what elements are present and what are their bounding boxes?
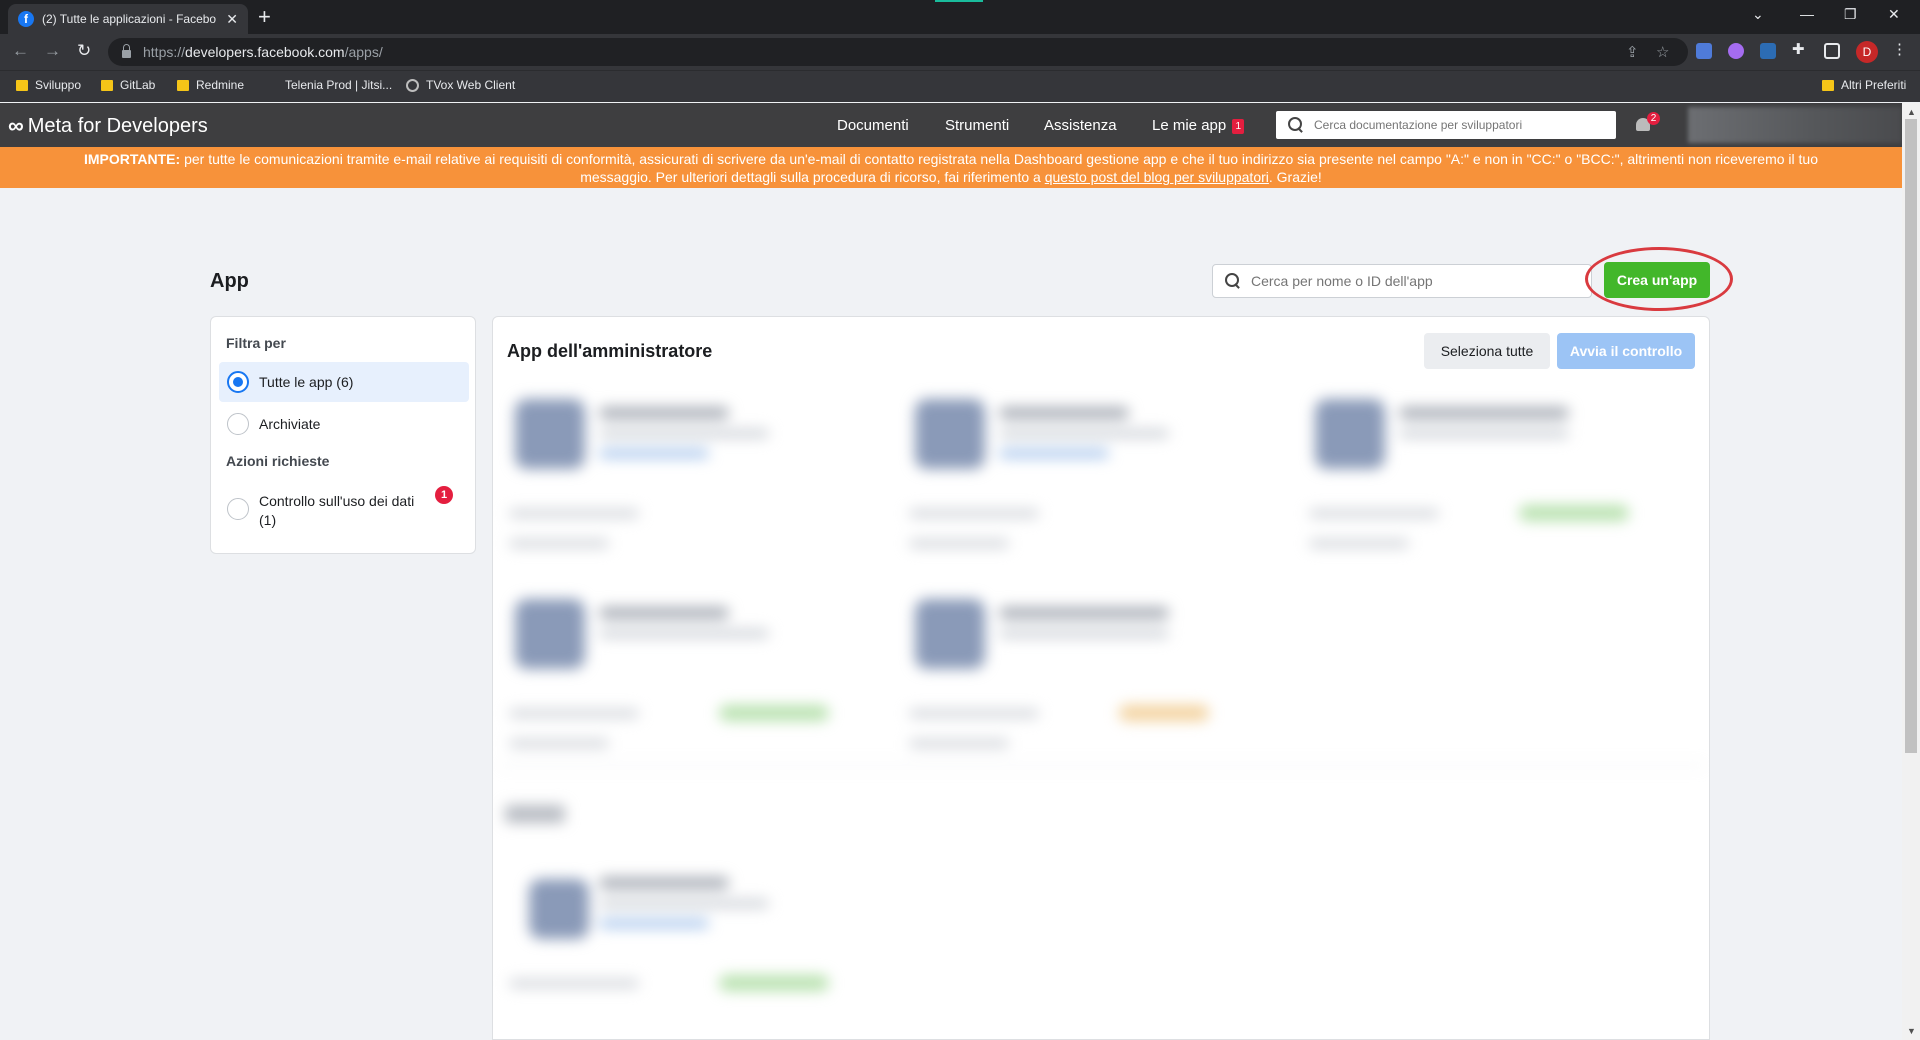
- back-icon[interactable]: ←: [12, 42, 29, 60]
- start-check-button[interactable]: Avvia il controllo: [1557, 333, 1695, 369]
- docs-search-input[interactable]: [1314, 118, 1604, 132]
- bookmark-other[interactable]: Altri Preferiti: [1822, 78, 1906, 92]
- meta-infinity-icon: ∞: [8, 113, 24, 138]
- forward-icon[interactable]: →: [44, 42, 61, 60]
- my-apps-badge: 1: [1232, 118, 1245, 134]
- filter-data-use-check[interactable]: Controllo sull'uso dei dati (1) 1: [219, 482, 469, 528]
- facebook-favicon-icon: f: [18, 11, 34, 27]
- meta-header: ∞ Meta for Developers Documenti Strument…: [0, 103, 1902, 147]
- bookmark-star-icon[interactable]: ☆: [1656, 43, 1669, 61]
- scroll-down-icon[interactable]: ▼: [1907, 1026, 1916, 1036]
- admin-apps-title: App dell'amministratore: [507, 341, 713, 361]
- page-scrollbar[interactable]: ▲ ▼: [1902, 103, 1920, 1040]
- tab-title: (2) Tutte le applicazioni - Facebo: [42, 12, 217, 26]
- minimize-icon[interactable]: —: [1800, 6, 1814, 22]
- nav-tools[interactable]: Strumenti: [945, 117, 1009, 134]
- filter-heading: Filtra per: [226, 335, 286, 351]
- address-bar[interactable]: https://developers.facebook.com/apps/ ⇪ …: [108, 38, 1688, 66]
- folder-icon: [1822, 79, 1834, 91]
- notifications-bell-icon[interactable]: 2: [1634, 112, 1660, 137]
- browser-tab[interactable]: f (2) Tutte le applicazioni - Facebo ✕: [8, 4, 248, 34]
- scroll-thumb[interactable]: [1905, 119, 1917, 753]
- docs-search-box[interactable]: [1276, 111, 1616, 139]
- bookmark-redmine[interactable]: Redmine: [177, 78, 244, 92]
- extension-icon[interactable]: [1760, 43, 1776, 59]
- admin-apps-panel: App dell'amministratore Seleziona tutte …: [492, 316, 1710, 1040]
- compliance-banner: IMPORTANTE: per tutte le comunicazioni t…: [0, 147, 1902, 188]
- reload-icon[interactable]: ↻: [77, 42, 91, 60]
- select-all-button[interactable]: Seleziona tutte: [1424, 333, 1550, 369]
- extension-icon[interactable]: [1696, 43, 1712, 59]
- nav-docs[interactable]: Documenti: [837, 117, 909, 134]
- filter-all-apps[interactable]: Tutte le app (6): [219, 362, 469, 402]
- folder-icon: [101, 79, 113, 91]
- scroll-up-icon[interactable]: ▲: [1907, 107, 1916, 117]
- logo-text: Meta for Developers: [27, 114, 208, 137]
- profile-avatar[interactable]: D: [1856, 41, 1878, 63]
- account-menu[interactable]: [1688, 107, 1902, 143]
- app-card[interactable]: [899, 379, 1259, 554]
- app-card[interactable]: [499, 379, 859, 554]
- bookmark-jitsi[interactable]: Telenia Prod | Jitsi...: [285, 78, 392, 92]
- filter-panel: Filtra per Tutte le app (6) Archiviate A…: [210, 316, 476, 554]
- window-close-icon[interactable]: ✕: [1888, 6, 1900, 23]
- new-tab-icon[interactable]: +: [258, 6, 271, 28]
- create-app-button[interactable]: Crea un'app: [1604, 262, 1710, 298]
- nav-support[interactable]: Assistenza: [1044, 117, 1117, 134]
- filter-archived[interactable]: Archiviate: [219, 404, 469, 444]
- radio-icon[interactable]: [227, 413, 249, 435]
- globe-icon: [406, 78, 419, 92]
- restore-icon[interactable]: ❐: [1844, 6, 1857, 23]
- app-card[interactable]: [899, 579, 1259, 754]
- tab-search-icon[interactable]: ⌄: [1752, 6, 1764, 23]
- url-text: https://developers.facebook.com/apps/: [143, 44, 383, 60]
- radio-icon[interactable]: [227, 498, 249, 520]
- search-icon: [1225, 273, 1241, 289]
- meta-logo[interactable]: ∞ Meta for Developers: [8, 113, 208, 139]
- blurred-app-grid: [499, 379, 1705, 1039]
- browser-tab-strip: f (2) Tutte le applicazioni - Facebo ✕ +…: [0, 0, 1920, 34]
- blog-post-link[interactable]: questo post del blog per sviluppatori: [1045, 169, 1269, 185]
- extensions-puzzle-icon[interactable]: ✚: [1792, 40, 1808, 58]
- folder-icon: [16, 79, 28, 91]
- bookmark-tvox[interactable]: TVox Web Client: [406, 78, 515, 92]
- side-panel-icon[interactable]: [1824, 43, 1840, 59]
- share-icon[interactable]: ⇪: [1626, 43, 1639, 61]
- app-search-input[interactable]: [1251, 273, 1581, 289]
- tab-close-icon[interactable]: ✕: [226, 11, 238, 28]
- actions-heading: Azioni richieste: [226, 453, 330, 469]
- folder-icon: [177, 79, 189, 91]
- bookmark-gitlab[interactable]: GitLab: [101, 78, 155, 92]
- bookmarks-bar: Sviluppo GitLab Redmine Telenia Prod | J…: [0, 70, 1920, 102]
- data-use-badge: 1: [435, 486, 453, 504]
- app-card[interactable]: [1299, 379, 1659, 554]
- app-card[interactable]: [499, 849, 859, 1024]
- app-card[interactable]: [499, 579, 859, 754]
- page-title: App: [210, 270, 249, 292]
- tab-strip-accent: [935, 0, 983, 2]
- notification-count: 2: [1647, 112, 1660, 125]
- app-search-box[interactable]: [1212, 264, 1592, 298]
- nav-my-apps[interactable]: Le mie app 1: [1152, 117, 1245, 134]
- radio-selected-icon[interactable]: [227, 371, 249, 393]
- extension-icon[interactable]: [1728, 43, 1744, 59]
- search-icon: [1288, 117, 1304, 133]
- lock-icon: [122, 44, 131, 58]
- bookmark-sviluppo[interactable]: Sviluppo: [16, 78, 81, 92]
- browser-toolbar: ← → ↻ https://developers.facebook.com/ap…: [0, 34, 1920, 70]
- menu-kebab-icon[interactable]: ⋮: [1892, 40, 1908, 58]
